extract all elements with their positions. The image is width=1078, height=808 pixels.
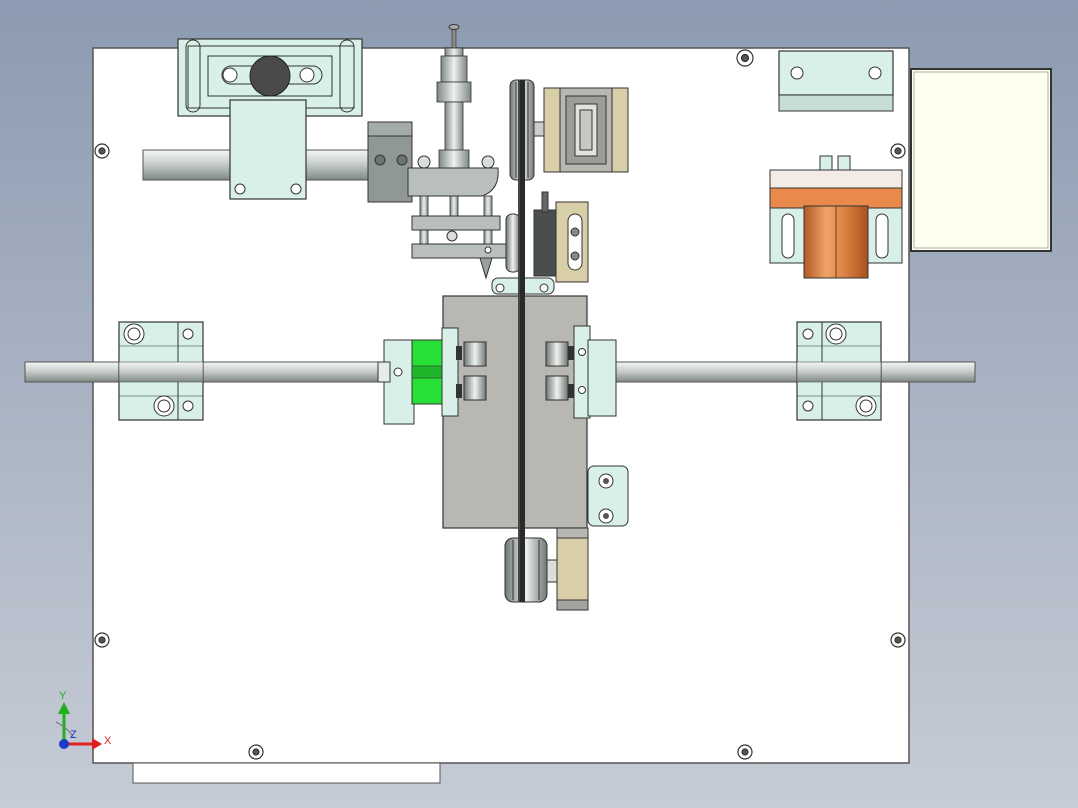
triad-y-label: Y [59, 690, 67, 702]
drive-belt [518, 80, 525, 602]
central-work-block[interactable] [442, 295, 588, 529]
plate-lower-tab [132, 762, 441, 784]
screw-br [737, 744, 753, 760]
triad-x-label: X [104, 735, 112, 747]
screw-tr [890, 143, 906, 159]
needle-mount-block[interactable] [367, 121, 413, 203]
triad-z-label: Z [70, 729, 77, 741]
screw-top [736, 49, 754, 67]
screw-bl [248, 744, 264, 760]
upper-slider-knob [249, 55, 291, 97]
top-right-bracket[interactable] [778, 50, 894, 112]
side-mount-bracket[interactable] [587, 465, 629, 527]
left-pillow-block[interactable] [118, 321, 204, 421]
cad-viewport[interactable]: Y X Z [0, 0, 1078, 808]
stepper-motor-upper[interactable] [543, 87, 629, 173]
control-panel-box[interactable] [910, 68, 1052, 252]
screw-mr [890, 632, 906, 648]
copper-cylinder-assembly[interactable] [769, 155, 903, 279]
right-pillow-block[interactable] [796, 321, 882, 421]
stepper-motor-lower[interactable] [556, 527, 589, 611]
screw-ml [94, 632, 110, 648]
screw-tl [94, 143, 110, 159]
